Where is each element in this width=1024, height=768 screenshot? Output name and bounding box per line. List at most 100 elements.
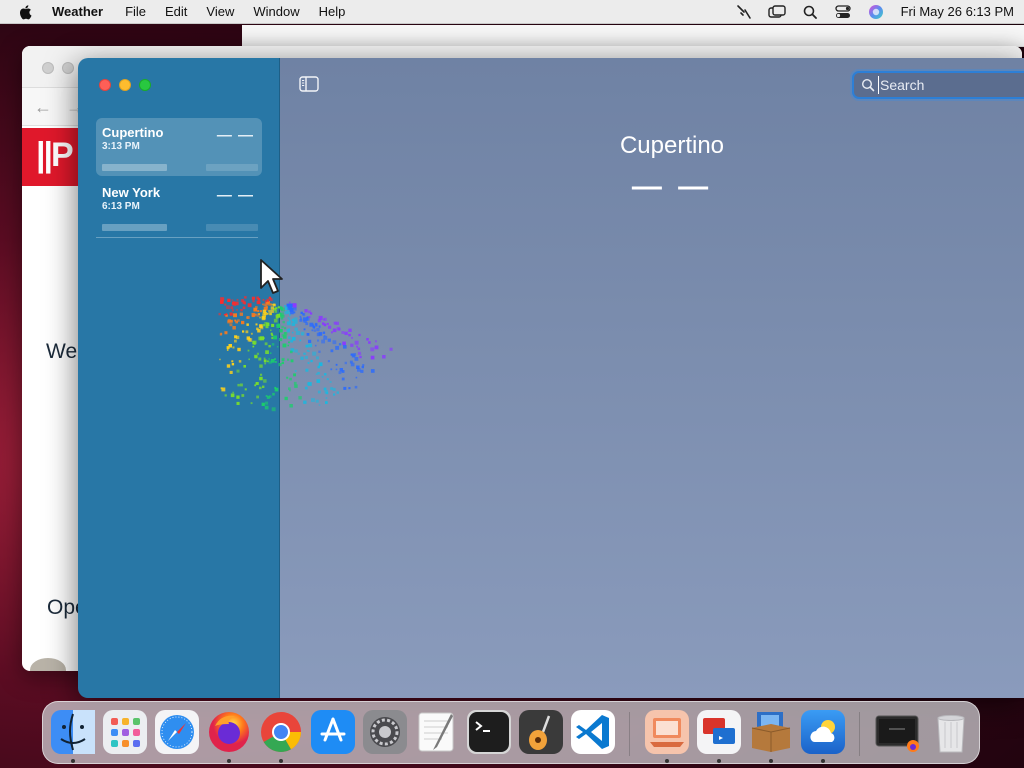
particle — [271, 323, 275, 327]
particle — [250, 402, 253, 405]
running-indicator — [665, 759, 669, 763]
search-input[interactable] — [878, 76, 1024, 94]
menu-help[interactable]: Help — [319, 0, 346, 24]
menu-edit[interactable]: Edit — [165, 0, 187, 24]
particle — [332, 340, 337, 345]
particle — [233, 313, 237, 318]
particle — [348, 387, 351, 390]
particle — [240, 308, 243, 312]
background-minimize-button[interactable] — [62, 62, 74, 74]
app-store-icon[interactable] — [311, 710, 355, 754]
city-card-cupertino[interactable]: Cupertino 3:13 PM — — — [96, 118, 262, 176]
particle — [279, 338, 283, 342]
particle — [297, 352, 300, 355]
particle — [247, 337, 252, 342]
particle — [300, 317, 302, 320]
back-arrow-icon[interactable]: ← — [34, 97, 52, 118]
menu-clock[interactable]: Fri May 26 6:13 PM — [901, 4, 1014, 19]
particle — [226, 305, 230, 310]
particle — [273, 303, 276, 307]
particle — [321, 339, 325, 344]
garageband-icon[interactable] — [519, 710, 563, 754]
system-preferences-icon[interactable] — [363, 710, 407, 754]
particle — [282, 320, 285, 324]
vscode-icon[interactable] — [571, 710, 615, 754]
particle — [253, 307, 258, 312]
particle — [231, 309, 234, 312]
particle — [284, 305, 286, 307]
particle — [294, 327, 298, 331]
menu-file[interactable]: File — [125, 0, 146, 24]
control-center-icon[interactable] — [834, 4, 852, 20]
particle — [229, 312, 233, 316]
particle — [336, 326, 341, 331]
particle — [305, 344, 309, 348]
particle — [290, 310, 294, 315]
menu-window[interactable]: Window — [253, 0, 299, 24]
particle — [302, 318, 306, 321]
minimize-button[interactable] — [119, 79, 131, 91]
particle — [236, 298, 239, 301]
spotlight-search-icon[interactable] — [801, 4, 819, 20]
particle — [335, 368, 338, 371]
recent-window-icon[interactable] — [875, 710, 919, 754]
background-heading-partial: We' — [46, 340, 82, 363]
particle — [356, 345, 358, 348]
search-icon — [861, 78, 875, 92]
microsoft-remote-desktop-icon[interactable] — [697, 710, 741, 754]
running-indicator — [227, 759, 231, 763]
particle — [354, 340, 359, 345]
particle — [225, 313, 228, 315]
particle — [236, 401, 240, 405]
particle — [299, 339, 302, 342]
city-card-new-york[interactable]: New York 6:13 PM — — — [96, 178, 262, 236]
particle — [228, 344, 232, 348]
particle — [242, 306, 246, 310]
launchpad-icon[interactable] — [103, 710, 147, 754]
particle — [354, 357, 359, 361]
particle — [271, 334, 274, 337]
particle — [271, 337, 274, 340]
background-close-button[interactable] — [42, 62, 54, 74]
textedit-icon[interactable] — [415, 710, 459, 754]
screen-mirroring-icon[interactable] — [767, 4, 786, 20]
particle — [355, 376, 358, 379]
terminal-icon[interactable] — [467, 710, 511, 754]
particle — [312, 351, 317, 356]
apple-menu-icon[interactable] — [18, 4, 32, 20]
particle — [349, 334, 351, 336]
particle — [288, 336, 291, 339]
weather-icon[interactable] — [801, 710, 845, 754]
particle — [269, 312, 272, 316]
sidebar-toggle-icon[interactable] — [299, 76, 319, 92]
remote-desktop-icon[interactable] — [645, 710, 689, 754]
particle — [260, 373, 263, 376]
particle — [246, 323, 249, 326]
close-button[interactable] — [99, 79, 111, 91]
finder-icon[interactable] — [51, 710, 95, 754]
particle — [270, 306, 274, 310]
weather-window: Cupertino 3:13 PM — — New York 6:13 PM —… — [78, 58, 1024, 698]
particle — [288, 301, 291, 304]
particle — [358, 333, 361, 337]
chrome-icon[interactable] — [259, 710, 303, 754]
siri-icon[interactable] — [867, 4, 885, 20]
running-indicator — [717, 759, 721, 763]
menu-view[interactable]: View — [206, 0, 234, 24]
particle — [295, 331, 300, 335]
particle — [262, 323, 266, 327]
particle — [333, 321, 337, 325]
firefox-icon[interactable] — [207, 710, 251, 754]
busy-cursor-particles — [218, 296, 393, 412]
particle — [308, 310, 311, 314]
safari-icon[interactable] — [155, 710, 199, 754]
background-avatar — [30, 658, 66, 671]
archive-utility-icon[interactable] — [749, 710, 793, 754]
menu-app-name[interactable]: Weather — [52, 0, 103, 24]
script-editor-status-icon[interactable] — [735, 4, 753, 20]
search-field[interactable] — [852, 71, 1024, 99]
zoom-button[interactable] — [139, 79, 151, 91]
trash-icon[interactable] — [929, 710, 973, 754]
city-temperature: — — — [216, 187, 254, 204]
particle — [282, 343, 287, 348]
